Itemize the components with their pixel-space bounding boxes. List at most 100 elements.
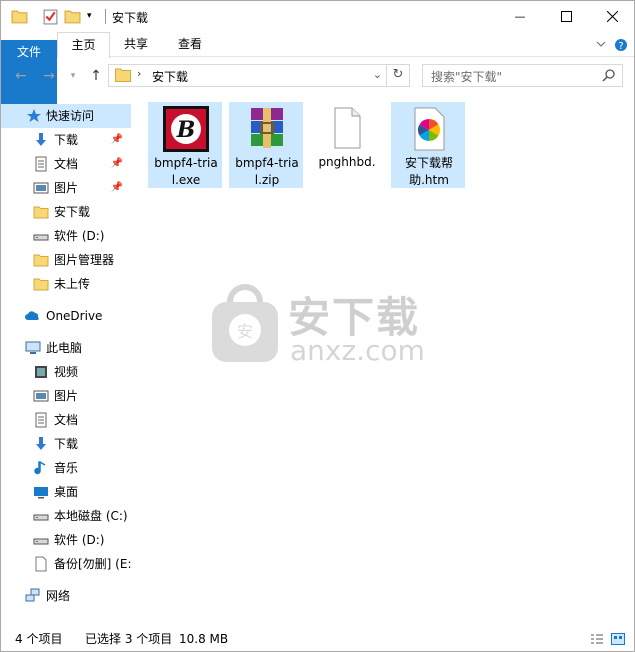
minimize-icon: — [514, 10, 526, 23]
file-name-line: 安下载帮 [404, 156, 453, 170]
details-view-icon[interactable] [590, 633, 604, 645]
up-arrow-icon[interactable]: ↑ [88, 68, 104, 84]
properties-icon[interactable] [42, 8, 59, 25]
folder-icon [115, 68, 131, 82]
refresh-button[interactable]: ↻ [387, 64, 410, 87]
drive-icon [33, 514, 49, 521]
file-item[interactable]: pnghhbd. [310, 102, 384, 188]
nav-item-not-uploaded[interactable]: 未上传 [1, 272, 131, 296]
chevron-down-icon[interactable] [595, 38, 607, 50]
nav-item-picture-manager[interactable]: 图片管理器 [1, 248, 131, 272]
nav-label: 此电脑 [46, 341, 83, 355]
title-separator [105, 9, 106, 24]
window-title: 安下载 [112, 11, 149, 25]
svg-text:B: B [176, 117, 196, 143]
nav-item-downloads[interactable]: 下载 📌 [1, 128, 131, 152]
forward-arrow-icon[interactable]: → [41, 68, 57, 84]
pin-icon: 📌 [110, 158, 123, 169]
nav-label: 图片 [54, 181, 79, 195]
nav-item-anxz[interactable]: 安下载 [1, 200, 131, 224]
tab-view[interactable]: 查看 [162, 32, 218, 57]
nav-label: 软件 (D:) [54, 533, 105, 547]
nav-label: 音乐 [54, 461, 79, 475]
file-list: B bmpf4-tria l.exe bmpf4-tria l.zip pnghhb… [134, 94, 634, 624]
video-icon [35, 366, 47, 378]
nav-quick-access[interactable]: 快速访问 [1, 104, 131, 128]
file-item[interactable]: bmpf4-tria l.zip [229, 102, 303, 188]
close-button[interactable] [589, 1, 635, 32]
winrar-archive-icon [251, 108, 283, 148]
nav-item-documents-pc[interactable]: 文档 [1, 408, 131, 432]
file-item[interactable]: 安下载帮 助.htm [391, 102, 465, 188]
blank-file-icon [334, 107, 361, 149]
file-name-line: l.zip [254, 173, 280, 187]
bitdefender-app-icon: B [163, 106, 209, 152]
svg-text:?: ? [618, 41, 623, 52]
nav-item-drive-e[interactable]: 备份[勿删] (E: [1, 552, 131, 576]
pin-icon: 📌 [110, 182, 123, 193]
tab-home[interactable]: 主页 [57, 32, 110, 58]
nav-item-drive-c[interactable]: 本地磁盘 (C:) [1, 504, 131, 528]
nav-label: 未上传 [54, 277, 91, 291]
download-icon [36, 437, 46, 450]
file-name: bmpf4-tria l.exe [149, 155, 223, 189]
nav-item-desktop[interactable]: 桌面 [1, 480, 131, 504]
nav-label: 文档 [54, 157, 79, 171]
minimize-button[interactable]: — [497, 1, 543, 32]
selected-size: 10.8 MB [179, 632, 229, 646]
back-arrow-icon[interactable]: ← [13, 68, 29, 84]
nav-label: 快速访问 [46, 109, 95, 123]
folder-icon [33, 278, 49, 291]
star-icon [27, 109, 41, 122]
nav-item-drive-d-pc[interactable]: 软件 (D:) [1, 528, 131, 552]
nav-label: 备份[勿删] (E: [54, 557, 131, 571]
nav-label: 文档 [54, 413, 79, 427]
breadcrumb-chevron-icon[interactable]: › [137, 67, 141, 80]
tab-share[interactable]: 共享 [110, 32, 162, 57]
maximize-button[interactable] [543, 1, 589, 32]
nav-item-pictures[interactable]: 图片 📌 [1, 176, 131, 200]
nav-label: OneDrive [46, 309, 103, 323]
nav-label: 图片 [54, 389, 79, 403]
help-icon[interactable]: ? [614, 38, 628, 52]
nav-item-documents[interactable]: 文档 📌 [1, 152, 131, 176]
pin-icon: 📌 [110, 134, 123, 145]
watermark: 安 安下载 anxz.com [210, 284, 440, 374]
breadcrumb-item[interactable]: 安下载 [152, 68, 188, 85]
nav-onedrive[interactable]: OneDrive [1, 304, 131, 328]
large-icons-view-icon[interactable] [611, 633, 625, 645]
blank-drive-icon [35, 556, 47, 572]
address-bar[interactable]: › 安下载 ⌄ [108, 64, 387, 87]
computer-icon [25, 341, 41, 354]
recent-locations-icon[interactable]: ▾ [65, 68, 81, 84]
selected-count: 已选择 3 个项目 [85, 632, 173, 646]
file-name-line: bmpf4-tria [154, 156, 218, 170]
file-name: pnghhbd. [310, 154, 384, 171]
customize-toolbar-icon[interactable]: ▾ [87, 8, 104, 25]
status-bar: 4 个项目 已选择 3 个项目 10.8 MB [1, 627, 634, 651]
htm-file-icon [414, 107, 445, 151]
nav-label: 软件 (D:) [54, 229, 105, 243]
shield-bag-icon: 安 [212, 284, 278, 362]
file-name: 安下载帮 助.htm [392, 155, 466, 189]
nav-item-videos[interactable]: 视频 [1, 360, 131, 384]
file-item[interactable]: B bmpf4-tria l.exe [148, 102, 222, 188]
navigation-pane: 快速访问 下载 📌 文档 📌 图片 📌 安下载 软件 (D:) 图片管理器 未上… [1, 94, 134, 624]
refresh-icon: ↻ [392, 67, 404, 82]
nav-network[interactable]: 网络 [1, 584, 131, 608]
search-input[interactable]: 搜索"安下载" [422, 64, 623, 87]
file-name-line: pnghhbd. [318, 155, 376, 169]
new-folder-icon[interactable] [64, 8, 81, 25]
cloud-icon [25, 311, 39, 320]
nav-item-downloads-pc[interactable]: 下载 [1, 432, 131, 456]
nav-item-pictures-pc[interactable]: 图片 [1, 384, 131, 408]
address-dropdown-icon[interactable]: ⌄ [373, 68, 382, 81]
nav-this-pc[interactable]: 此电脑 [1, 336, 131, 360]
nav-item-drive-d[interactable]: 软件 (D:) [1, 224, 131, 248]
drive-icon [33, 538, 49, 545]
folder-icon [33, 254, 49, 267]
nav-item-music[interactable]: 音乐 [1, 456, 131, 480]
search-icon [602, 69, 615, 82]
file-name-line: l.exe [171, 173, 201, 187]
maximize-icon [560, 11, 572, 22]
